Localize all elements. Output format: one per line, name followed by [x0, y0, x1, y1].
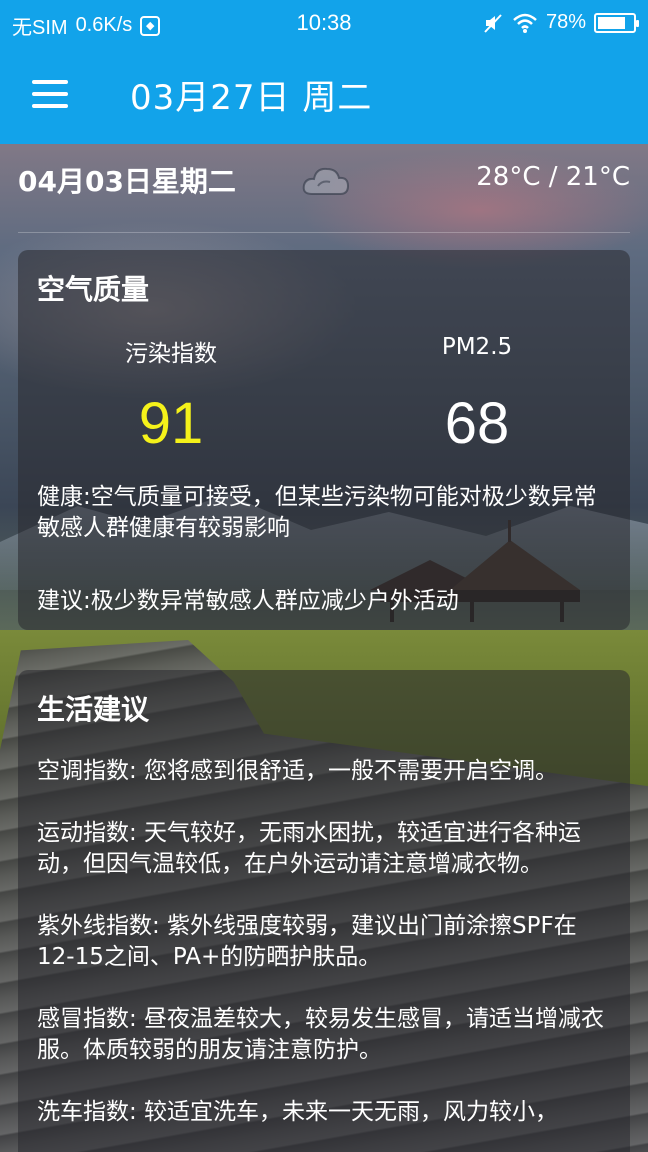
status-bar: 无SIM 0.6K/s ◆ 10:38 78%: [0, 0, 648, 44]
advice-text: 建议:极少数异常敏感人群应减少户外活动: [37, 588, 459, 614]
forecast-date: 04月03日星期二: [18, 165, 236, 198]
battery-percentage: 78%: [545, 11, 586, 33]
life-tips-card: 生活建议 空调指数: 您将感到很舒适，一般不需要开启空调。 运动指数: 天气较好…: [18, 670, 630, 1152]
tip-exercise: 运动指数: 天气较好，无雨水困扰，较适宜进行各种运动，但因气温较低，在户外运动请…: [37, 820, 582, 877]
forecast-row: 04月03日星期二 28°C / 21°C: [18, 158, 630, 208]
tip-car-wash: 洗车指数: 较适宜洗车，未来一天无雨，风力较小，: [37, 1099, 559, 1125]
pm25-label: PM2.5: [441, 334, 513, 360]
mute-icon: [484, 13, 502, 33]
pm25-value: 68: [444, 391, 510, 456]
battery-fill: [598, 16, 625, 29]
tip-air-conditioning: 空调指数: 您将感到很舒适，一般不需要开启空调。: [37, 758, 559, 784]
life-tips-title: 生活建议: [37, 693, 150, 726]
cloud-icon: [302, 167, 350, 195]
wifi-icon: [513, 13, 537, 33]
page-title: 03月27日 周二: [130, 78, 373, 118]
pollution-index-label: 污染指数: [125, 341, 217, 367]
air-quality-card: 空气质量 污染指数 PM2.5 91 68 健康:空气质量可接受，但某些污染物可…: [18, 250, 630, 630]
health-text: 健康:空气质量可接受，但某些污染物可能对极少数异常敏感人群健康有较弱影响: [37, 484, 597, 541]
hamburger-menu-icon[interactable]: [30, 74, 70, 114]
divider: [18, 232, 630, 233]
tip-cold: 感冒指数: 昼夜温差较大，较易发生感冒，请适当增减衣服。体质较弱的朋友请注意防护…: [37, 1006, 605, 1063]
temperature-range: 28°C / 21°C: [476, 162, 630, 192]
main-content[interactable]: 04月03日星期二 28°C / 21°C 空气质量 污染指数 PM2.5 91…: [0, 144, 648, 1152]
pollution-index-value: 91: [138, 391, 204, 456]
air-quality-title: 空气质量: [37, 273, 150, 306]
life-tips-list: 空调指数: 您将感到很舒适，一般不需要开启空调。 运动指数: 天气较好，无雨水困…: [37, 756, 611, 1152]
battery-icon: [594, 12, 639, 33]
app-bar: 03月27日 周二: [0, 44, 648, 144]
tip-uv: 紫外线指数: 紫外线强度较弱，建议出门前涂擦SPF在12-15之间、PA+的防晒…: [37, 913, 577, 970]
